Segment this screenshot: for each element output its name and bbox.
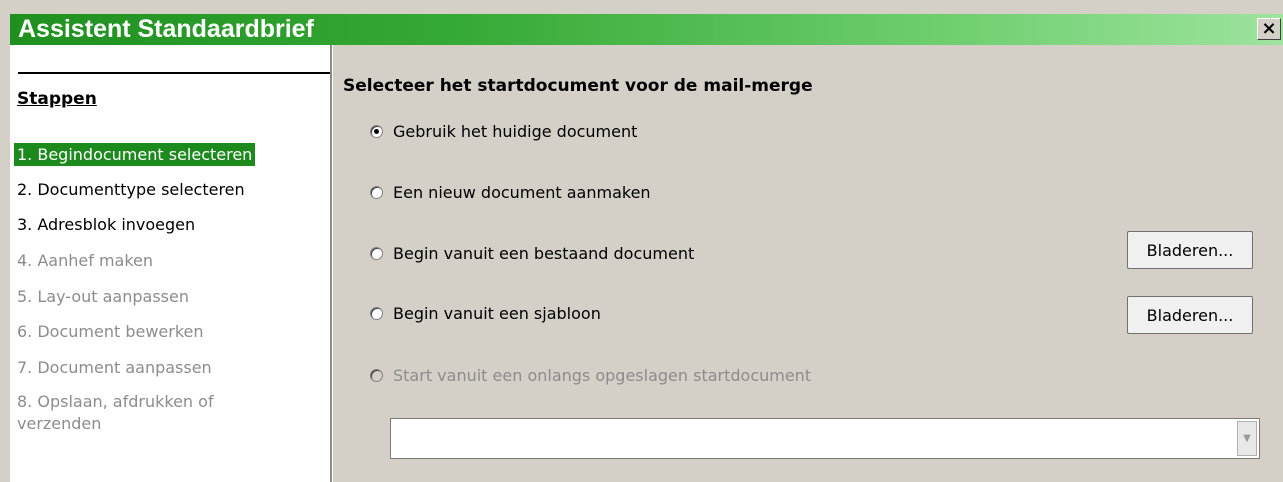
step-8-opslaan: 8. Opslaan, afdrukken of verzenden: [17, 392, 214, 433]
radio-new-document[interactable]: [370, 186, 383, 199]
step-4-aanhef: 4. Aanhef maken: [17, 251, 154, 270]
page-heading: Selecteer het startdocument voor de mail…: [343, 76, 813, 96]
option-new-document[interactable]: Een nieuw document aanmaken: [370, 183, 651, 202]
steps-heading: Stappen: [17, 89, 97, 109]
sidebar-separator: [330, 45, 333, 482]
option-recent-document-label: Start vanuit een onlangs opgeslagen star…: [393, 366, 812, 385]
radio-current-document[interactable]: [370, 125, 383, 138]
option-new-document-label: Een nieuw document aanmaken: [393, 183, 651, 202]
option-current-document-label: Gebruik het huidige document: [393, 122, 638, 141]
steps-sidebar: Stappen 1. Begindocument selecteren 2. D…: [10, 45, 332, 482]
close-button[interactable]: ×: [1257, 18, 1281, 40]
step-1-begindocument[interactable]: 1. Begindocument selecteren: [14, 143, 256, 166]
step-3-adresblok[interactable]: 3. Adresblok invoegen: [17, 215, 195, 234]
option-recent-document: Start vanuit een onlangs opgeslagen star…: [370, 366, 811, 385]
radio-template[interactable]: [370, 307, 383, 320]
browse-existing-button[interactable]: Bladeren...: [1127, 231, 1253, 269]
option-current-document[interactable]: Gebruik het huidige document: [370, 122, 637, 141]
wizard-body: Stappen 1. Begindocument selecteren 2. D…: [10, 45, 1283, 482]
close-icon: ×: [1261, 18, 1277, 39]
option-template-label: Begin vanuit een sjabloon: [393, 304, 601, 323]
step-5-layout: 5. Lay-out aanpassen: [17, 287, 189, 306]
option-template[interactable]: Begin vanuit een sjabloon: [370, 304, 601, 323]
sidebar-divider: [18, 72, 332, 74]
chevron-down-icon: ▼: [1243, 433, 1251, 444]
window-title: Assistent Standaardbrief: [18, 15, 314, 43]
recent-documents-select: ▼: [390, 418, 1260, 459]
option-existing-document[interactable]: Begin vanuit een bestaand document: [370, 244, 694, 263]
dropdown-button: ▼: [1237, 421, 1257, 456]
radio-existing-document[interactable]: [370, 247, 383, 260]
step-2-documenttype[interactable]: 2. Documenttype selecteren: [17, 180, 245, 199]
step-6-bewerken: 6. Document bewerken: [17, 322, 204, 341]
radio-recent-document: [370, 369, 383, 382]
step-7-aanpassen: 7. Document aanpassen: [17, 358, 212, 377]
browse-template-button[interactable]: Bladeren...: [1127, 296, 1253, 334]
option-existing-document-label: Begin vanuit een bestaand document: [393, 244, 695, 263]
title-bar: Assistent Standaardbrief ×: [10, 14, 1283, 45]
